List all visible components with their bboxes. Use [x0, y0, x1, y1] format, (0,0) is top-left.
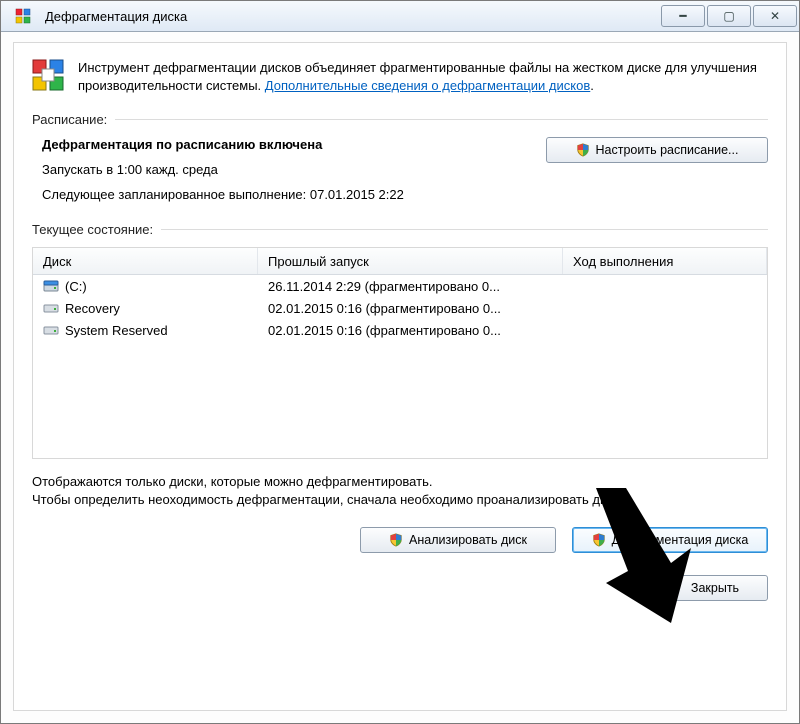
close-icon: ✕	[770, 10, 780, 22]
configure-schedule-button[interactable]: Настроить расписание...	[546, 137, 768, 163]
title-bar: Дефрагментация диска ━ ▢ ✕	[1, 1, 799, 32]
note-line1: Отображаются только диски, которые можно…	[32, 473, 768, 491]
disk-table: Диск Прошлый запуск Ход выполнения (C:) 2…	[32, 247, 768, 459]
intro-row: Инструмент дефрагментации дисков объедин…	[32, 59, 768, 94]
intro-text: Инструмент дефрагментации дисков объедин…	[78, 59, 768, 94]
minimize-button[interactable]: ━	[661, 5, 705, 27]
note-line2: Чтобы определить неоходимость дефрагмент…	[32, 491, 768, 509]
section-schedule-label: Расписание:	[32, 112, 768, 127]
section-state-text: Текущее состояние:	[32, 222, 153, 237]
schedule-status: Дефрагментация по расписанию включена	[42, 137, 404, 152]
close-button[interactable]: ✕	[753, 5, 797, 27]
close-row: Закрыть	[32, 575, 768, 601]
maximize-icon: ▢	[723, 10, 734, 22]
table-row[interactable]: Recovery 02.01.2015 0:16 (фрагментировано…	[33, 297, 767, 319]
close-dialog-button[interactable]: Закрыть	[662, 575, 768, 601]
maximize-button[interactable]: ▢	[707, 5, 751, 27]
disk-name: Recovery	[65, 301, 120, 316]
schedule-row: Дефрагментация по расписанию включена За…	[32, 133, 768, 204]
minimize-icon: ━	[679, 10, 686, 22]
drive-c-icon	[43, 278, 59, 294]
learn-more-link[interactable]: Дополнительные сведения о дефрагментации…	[265, 78, 590, 93]
table-row[interactable]: (C:) 26.11.2014 2:29 (фрагментировано 0..…	[33, 275, 767, 297]
disk-name: (C:)	[65, 279, 87, 294]
schedule-run-at: Запускать в 1:00 кажд. среда	[42, 162, 404, 177]
analyze-label: Анализировать диск	[409, 533, 527, 547]
window-title: Дефрагментация диска	[45, 9, 187, 24]
analyze-button[interactable]: Анализировать диск	[360, 527, 556, 553]
last-run-cell: 02.01.2015 0:16 (фрагментировано 0...	[258, 323, 563, 338]
col-last-header[interactable]: Прошлый запуск	[258, 248, 563, 274]
shield-icon	[592, 533, 606, 547]
table-body: (C:) 26.11.2014 2:29 (фрагментировано 0..…	[33, 275, 767, 341]
table-row[interactable]: System Reserved 02.01.2015 0:16 (фрагмент…	[33, 319, 767, 341]
col-progress-header[interactable]: Ход выполнения	[563, 248, 767, 274]
section-schedule-text: Расписание:	[32, 112, 107, 127]
defrag-window: Дефрагментация диска ━ ▢ ✕ Инструмент де…	[0, 0, 800, 724]
drive-icon	[43, 322, 59, 338]
footer-note: Отображаются только диски, которые можно…	[32, 473, 768, 509]
close-label: Закрыть	[691, 581, 739, 595]
schedule-next-run: Следующее запланированное выполнение: 07…	[42, 187, 404, 202]
defrag-large-icon	[32, 59, 64, 91]
defrag-app-icon	[7, 8, 39, 24]
window-controls: ━ ▢ ✕	[659, 5, 797, 27]
last-run-cell: 02.01.2015 0:16 (фрагментировано 0...	[258, 301, 563, 316]
defrag-label: Дефрагментация диска	[612, 533, 749, 547]
content-panel: Инструмент дефрагментации дисков объедин…	[13, 42, 787, 711]
shield-icon	[576, 143, 590, 157]
schedule-info: Дефрагментация по расписанию включена За…	[42, 137, 404, 202]
last-run-cell: 26.11.2014 2:29 (фрагментировано 0...	[258, 279, 563, 294]
table-header: Диск Прошлый запуск Ход выполнения	[33, 248, 767, 275]
configure-schedule-label: Настроить расписание...	[596, 143, 739, 157]
intro-text-after: .	[590, 78, 594, 93]
col-disk-header[interactable]: Диск	[33, 248, 258, 274]
section-state-label: Текущее состояние:	[32, 222, 768, 237]
disk-name: System Reserved	[65, 323, 168, 338]
shield-icon	[389, 533, 403, 547]
defrag-button[interactable]: Дефрагментация диска	[572, 527, 768, 553]
action-row: Анализировать диск Дефрагментация диска	[32, 527, 768, 553]
drive-icon	[43, 300, 59, 316]
